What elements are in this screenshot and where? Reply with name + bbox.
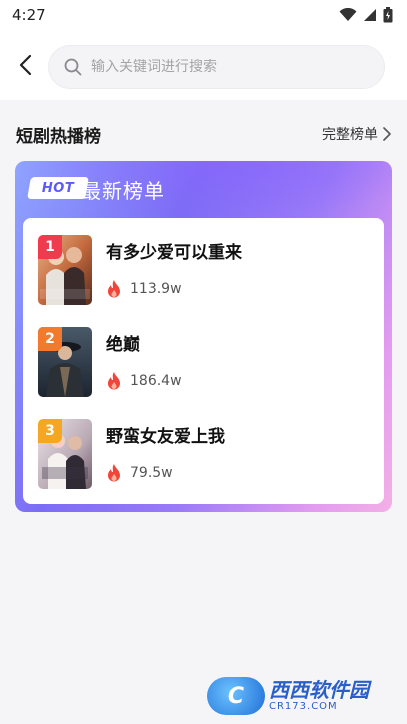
signal-icon [364, 9, 376, 21]
full-ranking-label: 完整榜单 [322, 127, 378, 143]
heat-value: 113.9w [130, 281, 182, 297]
ranking-list: 1 有多少爱可以重来 113.9w 2 绝巅 186.4w 3 野蛮女友爱上我 … [23, 218, 384, 504]
battery-icon [383, 7, 393, 23]
drama-poster[interactable]: 2 [38, 327, 92, 397]
watermark-logo: C [207, 677, 265, 715]
list-item[interactable]: 2 绝巅 186.4w [23, 324, 384, 416]
fire-icon [108, 464, 120, 482]
status-time: 4:27 [12, 6, 46, 24]
rank-number-badge: 3 [38, 419, 62, 443]
hot-badge-label: HOT [41, 180, 75, 196]
rank-number-badge: 2 [38, 327, 62, 351]
drama-poster[interactable]: 3 [38, 419, 92, 489]
rank-number: 2 [45, 331, 55, 347]
ranking-card: HOT 最新榜单 1 有多少爱可以重来 113.9w 2 绝巅 186.4w 3… [15, 161, 392, 512]
chevron-right-icon [383, 127, 391, 141]
site-watermark: C 西西软件园 CR173.COM [207, 676, 387, 716]
hot-badge: HOT [27, 177, 89, 199]
heat-value: 79.5w [130, 465, 173, 481]
list-item[interactable]: 1 有多少爱可以重来 113.9w [23, 232, 384, 324]
heat-value: 186.4w [130, 373, 182, 389]
fire-icon [108, 280, 120, 298]
rank-number: 3 [45, 423, 55, 439]
heat-indicator: 113.9w [106, 279, 182, 299]
rank-number: 1 [45, 239, 55, 255]
watermark-main: 西西软件园 [269, 678, 369, 702]
back-button[interactable] [12, 52, 38, 78]
list-item[interactable]: 3 野蛮女友爱上我 79.5w [23, 416, 384, 508]
heat-indicator: 186.4w [106, 371, 182, 391]
search-icon [63, 57, 83, 77]
search-bar[interactable] [48, 45, 385, 89]
top-bar [0, 30, 407, 100]
watermark-sub: CR173.COM [269, 701, 338, 712]
section-title: 短剧热播榜 [16, 126, 101, 147]
watermark-text: 西西软件园 CR173.COM [269, 680, 369, 712]
rank-number-badge: 1 [38, 235, 62, 259]
heat-indicator: 79.5w [106, 463, 173, 483]
status-icons [339, 7, 393, 23]
fire-icon [108, 372, 120, 390]
search-input[interactable] [91, 59, 361, 75]
drama-poster[interactable]: 1 [38, 235, 92, 305]
wifi-icon [339, 8, 357, 21]
card-title: 最新榜单 [81, 179, 165, 203]
chevron-left-icon [19, 54, 32, 76]
status-bar: 4:27 [0, 0, 407, 30]
drama-title: 绝巅 [106, 335, 140, 355]
drama-title: 有多少爱可以重来 [106, 243, 242, 263]
full-ranking-link[interactable]: 完整榜单 [322, 124, 392, 144]
drama-title: 野蛮女友爱上我 [106, 427, 225, 447]
section-header: 短剧热播榜 完整榜单 [16, 122, 392, 147]
